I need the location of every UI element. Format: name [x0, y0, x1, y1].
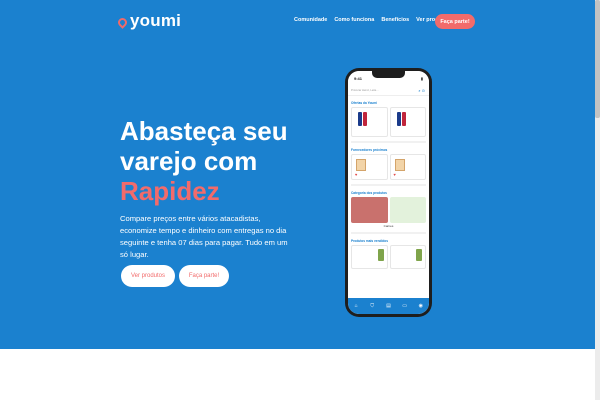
- nav-link-comunidade[interactable]: Comunidade: [294, 17, 327, 23]
- can-image-icon: [396, 112, 401, 126]
- home-icon: ⌂: [354, 303, 358, 309]
- next-section: [0, 349, 600, 400]
- orders-icon: ▤: [386, 303, 391, 309]
- phone-search-bar: Procurar Heinz, Leite... ⌕⊙: [348, 85, 429, 96]
- phone-search-placeholder: Procurar Heinz, Leite...: [351, 88, 379, 92]
- nav-link-beneficios[interactable]: Benefícios: [381, 17, 409, 23]
- view-products-button[interactable]: Ver produtos: [121, 265, 175, 287]
- phone-categories-section: Categoria dos produtos Carnes: [348, 186, 429, 234]
- heart-icon: ♥: [393, 172, 396, 177]
- can-image-icon: [401, 112, 406, 126]
- hero-title-line-1: Abasteça seu: [120, 116, 288, 146]
- cart-search-icons: ⌕⊙: [418, 87, 426, 93]
- phone-bottom-nav: ⌂ ⛉ ▤ ▭ ◉: [348, 298, 429, 314]
- can-image-icon: [363, 112, 367, 126]
- scrollbar-thumb[interactable]: [595, 0, 600, 118]
- profile-icon: ◉: [418, 303, 424, 309]
- page-scrollbar[interactable]: [595, 0, 600, 400]
- category-produce-image: [389, 197, 426, 223]
- phone-product-card: [351, 245, 388, 269]
- logo-text: youmi: [130, 11, 182, 30]
- phone-supplier-card: ♥: [389, 154, 426, 180]
- join-button[interactable]: Faça parte!: [179, 265, 229, 287]
- battery-icon: ▮: [420, 75, 423, 81]
- can-image-icon: [358, 112, 362, 126]
- top-nav: Comunidade Como funciona Benefícios Ver …: [294, 17, 457, 23]
- product-bag-icon: [416, 249, 422, 261]
- location-pin-icon: [116, 15, 129, 29]
- category-meat-image: [351, 197, 388, 223]
- hero-section: youmi Comunidade Como funciona Benefício…: [0, 0, 600, 349]
- heart-icon: ♥: [355, 172, 358, 177]
- phone-suppliers-section: Fornecedores próximos ♥ ♥: [348, 143, 429, 186]
- logo[interactable]: youmi: [116, 11, 182, 31]
- phone-categories-title: Categoria dos produtos: [351, 191, 387, 195]
- box-image-icon: [356, 159, 366, 171]
- phone-category-label: Carnes: [383, 224, 394, 228]
- nav-link-como-funciona[interactable]: Como funciona: [334, 17, 374, 23]
- phone-bestsellers-section: Produtos mais vendidos: [348, 234, 429, 269]
- phone-bestsellers-title: Produtos mais vendidos: [351, 239, 389, 243]
- phone-suppliers-title: Fornecedores próximos: [351, 148, 388, 152]
- product-bag-icon: [377, 249, 384, 261]
- hero-title: Abasteça seu varejo com Rapidez: [120, 116, 288, 206]
- nav-join-button[interactable]: Faça parte!: [435, 14, 475, 29]
- hero-title-accent: Rapidez: [120, 176, 220, 206]
- hero-description: Compare preços entre vários atacadistas,…: [120, 214, 288, 259]
- hero-title-line-2: varejo com: [120, 146, 258, 176]
- phone-product-card: [389, 245, 426, 269]
- box-image-icon: [394, 159, 405, 171]
- phone-offers-section: Ofertas da Youmi: [348, 96, 429, 143]
- phone-screen: 9:41 ▮ Procurar Heinz, Leite... ⌕⊙ Ofert…: [348, 71, 429, 314]
- phone-mockup: 9:41 ▮ Procurar Heinz, Leite... ⌕⊙ Ofert…: [345, 68, 432, 317]
- phone-notch: [372, 71, 405, 78]
- phone-offers-title: Ofertas da Youmi: [351, 101, 378, 105]
- phone-offer-card: [389, 107, 426, 137]
- phone-supplier-card: ♥: [351, 154, 388, 180]
- phone-offer-card: [351, 107, 388, 137]
- cart-icon: ⛉: [370, 303, 375, 309]
- wallet-icon: ▭: [402, 303, 408, 309]
- phone-time: 9:41: [354, 75, 363, 81]
